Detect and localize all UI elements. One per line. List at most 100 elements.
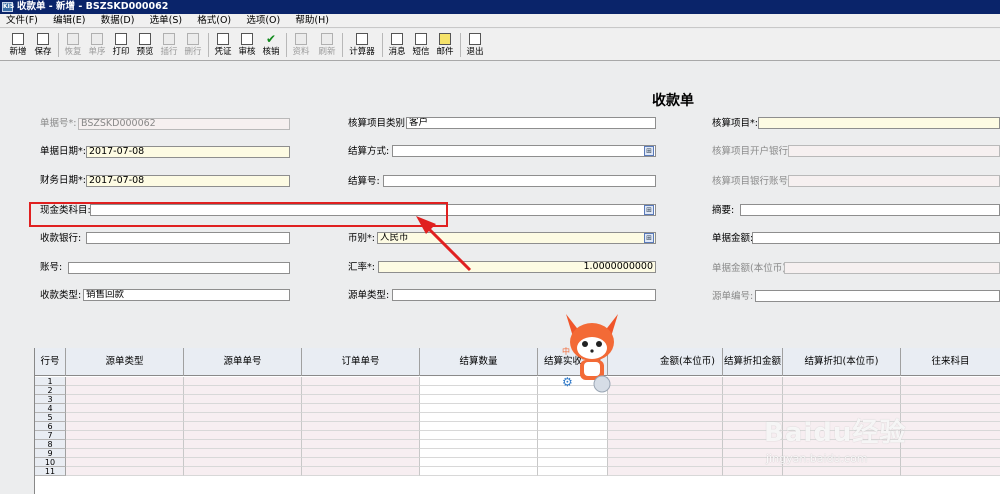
- col-header-discount[interactable]: 结算折扣金额: [723, 348, 783, 376]
- grid-cell[interactable]: [66, 395, 184, 404]
- toolbar-audit-button[interactable]: 审核: [235, 31, 259, 59]
- toolbar-save-button[interactable]: 保存: [31, 31, 55, 59]
- menu-file[interactable]: 文件(F): [6, 14, 38, 28]
- grid-cell[interactable]: [302, 386, 420, 395]
- grid-cell[interactable]: [608, 404, 723, 413]
- grid-cell[interactable]: [66, 377, 184, 386]
- grid-cell[interactable]: [66, 413, 184, 422]
- table-row[interactable]: 2: [35, 386, 1000, 395]
- grid-cell[interactable]: [783, 386, 901, 395]
- grid-cell[interactable]: [901, 395, 1000, 404]
- toolbar-restore-button[interactable]: 恢复: [61, 31, 85, 59]
- col-header-source-no[interactable]: 源单单号: [184, 348, 302, 376]
- grid-cell[interactable]: [184, 431, 302, 440]
- grid-cell[interactable]: [302, 431, 420, 440]
- item-field[interactable]: [758, 117, 1000, 129]
- toolbar-voucher-button[interactable]: 凭证: [211, 31, 235, 59]
- col-header-source-type[interactable]: 源单类型: [66, 348, 184, 376]
- toolbar-mail-button[interactable]: 邮件: [433, 31, 457, 59]
- fin-date-field[interactable]: 2017-07-08: [86, 175, 290, 187]
- toolbar-calculator-button[interactable]: 计算器: [345, 31, 379, 59]
- grid-cell[interactable]: [184, 386, 302, 395]
- grid-cell[interactable]: [608, 440, 723, 449]
- summary-field[interactable]: [740, 204, 1000, 216]
- grid-cell[interactable]: [538, 431, 608, 440]
- item-bank-account-field[interactable]: [788, 175, 1000, 187]
- receipt-type-field[interactable]: 销售回款: [83, 289, 290, 301]
- col-header-order-no[interactable]: 订单单号: [302, 348, 420, 376]
- menu-help[interactable]: 帮助(H): [295, 14, 329, 28]
- lookup-icon[interactable]: ⊞: [644, 233, 654, 243]
- toolbar-preview-button[interactable]: 预览: [133, 31, 157, 59]
- grid-cell[interactable]: [302, 413, 420, 422]
- grid-cell[interactable]: [538, 449, 608, 458]
- grid-cell[interactable]: [302, 467, 420, 476]
- toolbar-info-button[interactable]: 资料: [289, 31, 313, 59]
- grid-cell[interactable]: [302, 377, 420, 386]
- grid-cell[interactable]: [420, 449, 538, 458]
- grid-cell[interactable]: [184, 404, 302, 413]
- grid-cell[interactable]: [302, 449, 420, 458]
- grid-cell[interactable]: [184, 458, 302, 467]
- grid-cell[interactable]: [783, 377, 901, 386]
- grid-cell[interactable]: [608, 413, 723, 422]
- grid-cell[interactable]: [66, 422, 184, 431]
- grid-cell[interactable]: [608, 422, 723, 431]
- toolbar-sequence-button[interactable]: 单序: [85, 31, 109, 59]
- toolbar-print-button[interactable]: 打印: [109, 31, 133, 59]
- grid-cell[interactable]: [608, 431, 723, 440]
- toolbar-sms-button[interactable]: 短信: [409, 31, 433, 59]
- grid-cell[interactable]: [66, 440, 184, 449]
- grid-cell[interactable]: [302, 440, 420, 449]
- grid-cell[interactable]: [66, 467, 184, 476]
- grid-cell[interactable]: [783, 395, 901, 404]
- grid-cell[interactable]: [723, 377, 783, 386]
- grid-cell[interactable]: [66, 386, 184, 395]
- item-category-field[interactable]: 客户: [406, 117, 656, 129]
- amount-local-field[interactable]: [784, 262, 1000, 274]
- table-row[interactable]: 1: [35, 377, 1000, 386]
- grid-cell[interactable]: [420, 413, 538, 422]
- lookup-icon[interactable]: ⊞: [644, 146, 654, 156]
- settle-method-field[interactable]: ⊞: [392, 145, 656, 157]
- menu-edit[interactable]: 编辑(E): [53, 14, 85, 28]
- grid-cell[interactable]: [538, 413, 608, 422]
- grid-cell[interactable]: [901, 386, 1000, 395]
- grid-cell[interactable]: [538, 422, 608, 431]
- grid-cell[interactable]: [420, 395, 538, 404]
- lookup-icon[interactable]: ⊞: [644, 205, 654, 215]
- grid-cell[interactable]: [66, 458, 184, 467]
- grid-cell[interactable]: [420, 404, 538, 413]
- account-field[interactable]: [68, 262, 290, 274]
- toolbar-delete-row-button[interactable]: 删行: [181, 31, 205, 59]
- grid-cell[interactable]: [420, 431, 538, 440]
- grid-cell[interactable]: [66, 431, 184, 440]
- menu-format[interactable]: 格式(O): [197, 14, 231, 28]
- grid-cell[interactable]: [66, 449, 184, 458]
- toolbar-insert-row-button[interactable]: 插行: [157, 31, 181, 59]
- grid-cell[interactable]: [302, 422, 420, 431]
- grid-cell[interactable]: [538, 404, 608, 413]
- grid-cell[interactable]: [420, 422, 538, 431]
- bank-field[interactable]: [86, 232, 290, 244]
- grid-cell[interactable]: [184, 440, 302, 449]
- grid-cell[interactable]: [184, 377, 302, 386]
- grid-cell[interactable]: [538, 458, 608, 467]
- grid-cell[interactable]: [420, 377, 538, 386]
- grid-cell[interactable]: [723, 395, 783, 404]
- grid-cell[interactable]: [538, 467, 608, 476]
- grid-cell[interactable]: [901, 377, 1000, 386]
- currency-field[interactable]: 人民币 ⊞: [377, 232, 656, 244]
- grid-cell[interactable]: [420, 467, 538, 476]
- toolbar-exit-button[interactable]: 退出: [463, 31, 487, 59]
- col-header-account[interactable]: 往来科目: [901, 348, 1000, 376]
- grid-cell[interactable]: [184, 413, 302, 422]
- grid-cell[interactable]: [184, 467, 302, 476]
- toolbar-refresh-button[interactable]: 刷新: [315, 31, 339, 59]
- grid-cell[interactable]: [538, 440, 608, 449]
- bill-no-field[interactable]: BSZSKD000062: [78, 118, 290, 130]
- col-header-settle-qty[interactable]: 结算数量: [420, 348, 538, 376]
- grid-cell[interactable]: [302, 404, 420, 413]
- settle-no-field[interactable]: [383, 175, 656, 187]
- toolbar-message-button[interactable]: 消息: [385, 31, 409, 59]
